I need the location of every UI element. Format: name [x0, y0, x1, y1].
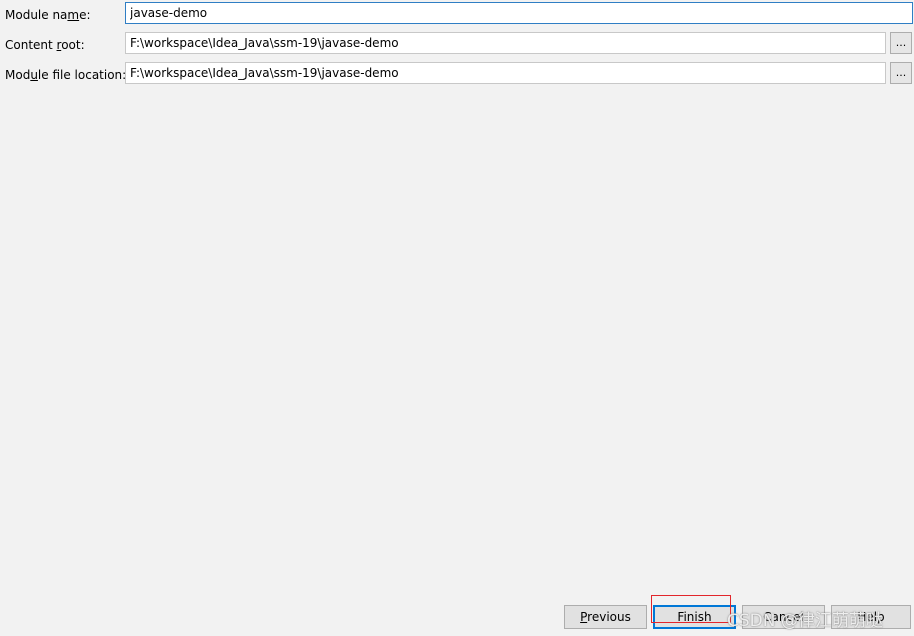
content-root-label: Content root:: [5, 38, 85, 52]
cancel-button[interactable]: Cancel: [742, 605, 825, 629]
previous-button[interactable]: Previous: [564, 605, 647, 629]
finish-button[interactable]: Finish: [653, 605, 736, 629]
module-name-row: Module name:: [0, 2, 914, 26]
module-name-input[interactable]: [125, 2, 913, 24]
module-file-location-browse-button[interactable]: ...: [890, 62, 912, 84]
content-root-browse-button[interactable]: ...: [890, 32, 912, 54]
content-root-input[interactable]: [125, 32, 886, 54]
module-file-location-row: Module file location: ...: [0, 62, 914, 86]
help-button[interactable]: Help: [831, 605, 911, 629]
module-file-location-input[interactable]: [125, 62, 886, 84]
module-name-label: Module name:: [5, 8, 91, 22]
new-module-dialog: Module name: Content root: ... Module fi…: [0, 0, 914, 636]
module-file-location-label: Module file location:: [5, 68, 127, 82]
content-root-row: Content root: ...: [0, 32, 914, 56]
